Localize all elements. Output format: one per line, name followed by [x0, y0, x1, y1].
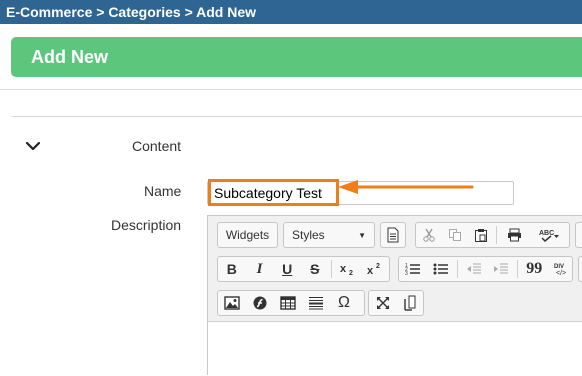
bold-button[interactable]: B: [218, 257, 246, 281]
rich-text-editor: Widgets Styles ▼ ABC B I U S x 2 x 2 1 2…: [207, 215, 582, 376]
svg-text:x: x: [367, 265, 374, 276]
toolbar-group-insert: Ω: [217, 290, 365, 316]
show-blocks-icon[interactable]: [396, 291, 423, 315]
divider: [11, 116, 582, 117]
bulleted-list-icon[interactable]: [427, 257, 455, 281]
flash-icon[interactable]: [246, 291, 274, 315]
toolbar-separator: [496, 226, 497, 244]
caret-down-icon: ▼: [358, 230, 366, 240]
maximize-icon[interactable]: [369, 291, 396, 315]
svg-text:2: 2: [376, 263, 380, 270]
toolbar-group-clipboard: ABC: [415, 222, 570, 248]
widgets-button[interactable]: Widgets: [218, 223, 277, 247]
section-content-label: Content: [132, 138, 182, 154]
breadcrumb: E-Commerce > Categories > Add New: [0, 0, 582, 24]
divider: [0, 89, 582, 90]
image-icon[interactable]: [218, 291, 246, 315]
svg-text:x: x: [340, 263, 347, 275]
cut-icon[interactable]: [416, 223, 442, 247]
indent-icon[interactable]: [487, 257, 515, 281]
chevron-down-icon[interactable]: [24, 137, 42, 155]
underline-button[interactable]: U: [273, 257, 301, 281]
div-container-icon[interactable]: DIV </>: [548, 257, 572, 281]
svg-text:ABC: ABC: [539, 230, 554, 237]
document-icon[interactable]: [381, 223, 405, 247]
superscript-icon[interactable]: x2: [361, 257, 389, 281]
toolbar-separator: [456, 260, 458, 278]
editor-toolbar: Widgets Styles ▼ ABC B I U S x 2 x 2 1 2…: [208, 216, 582, 322]
toolbar-separator: [517, 260, 519, 278]
numbered-list-icon[interactable]: 123: [399, 257, 427, 281]
name-input[interactable]: [210, 183, 510, 203]
editor-content-area[interactable]: [208, 322, 582, 376]
special-character-button[interactable]: Ω: [330, 291, 358, 315]
styles-dropdown[interactable]: Styles ▼: [284, 223, 374, 247]
breadcrumb-text: E-Commerce > Categories > Add New: [6, 4, 257, 20]
name-label: Name: [144, 183, 182, 199]
toolbar-group-basicstyles: B I U S x2 x2: [217, 256, 390, 282]
print-icon[interactable]: [499, 223, 529, 247]
toolbar-group-tools: [368, 290, 424, 316]
spellcheck-icon[interactable]: ABC: [529, 223, 569, 247]
svg-text:3: 3: [405, 271, 408, 276]
toolbar-group-overflow: [575, 222, 582, 248]
description-label: Description: [111, 217, 182, 233]
toolbar-separator: [330, 260, 332, 278]
blockquote-button[interactable]: 99: [520, 257, 548, 281]
toolbar-group-paragraph: 123 99 DIV </>: [398, 256, 573, 282]
name-field-wrapper: [207, 181, 514, 205]
copy-icon[interactable]: [442, 223, 468, 247]
horizontal-rule-icon[interactable]: [302, 291, 330, 315]
outdent-icon[interactable]: [460, 257, 488, 281]
italic-button[interactable]: I: [246, 257, 274, 281]
svg-text:</>: </>: [556, 270, 566, 277]
toolbar-group-document: [380, 222, 406, 248]
paste-icon[interactable]: [468, 223, 494, 247]
toolbar-group-widgets: Widgets: [217, 222, 278, 248]
toolbar-group-styles: Styles ▼: [283, 222, 375, 248]
page-header: Add New: [11, 37, 582, 77]
table-icon[interactable]: [274, 291, 302, 315]
styles-label: Styles: [292, 228, 325, 242]
svg-text:2: 2: [349, 270, 353, 276]
subscript-icon[interactable]: x2: [334, 257, 362, 281]
toolbar-group-overflow: [578, 256, 582, 282]
strikethrough-button[interactable]: S: [301, 257, 329, 281]
page-title: Add New: [31, 47, 109, 67]
